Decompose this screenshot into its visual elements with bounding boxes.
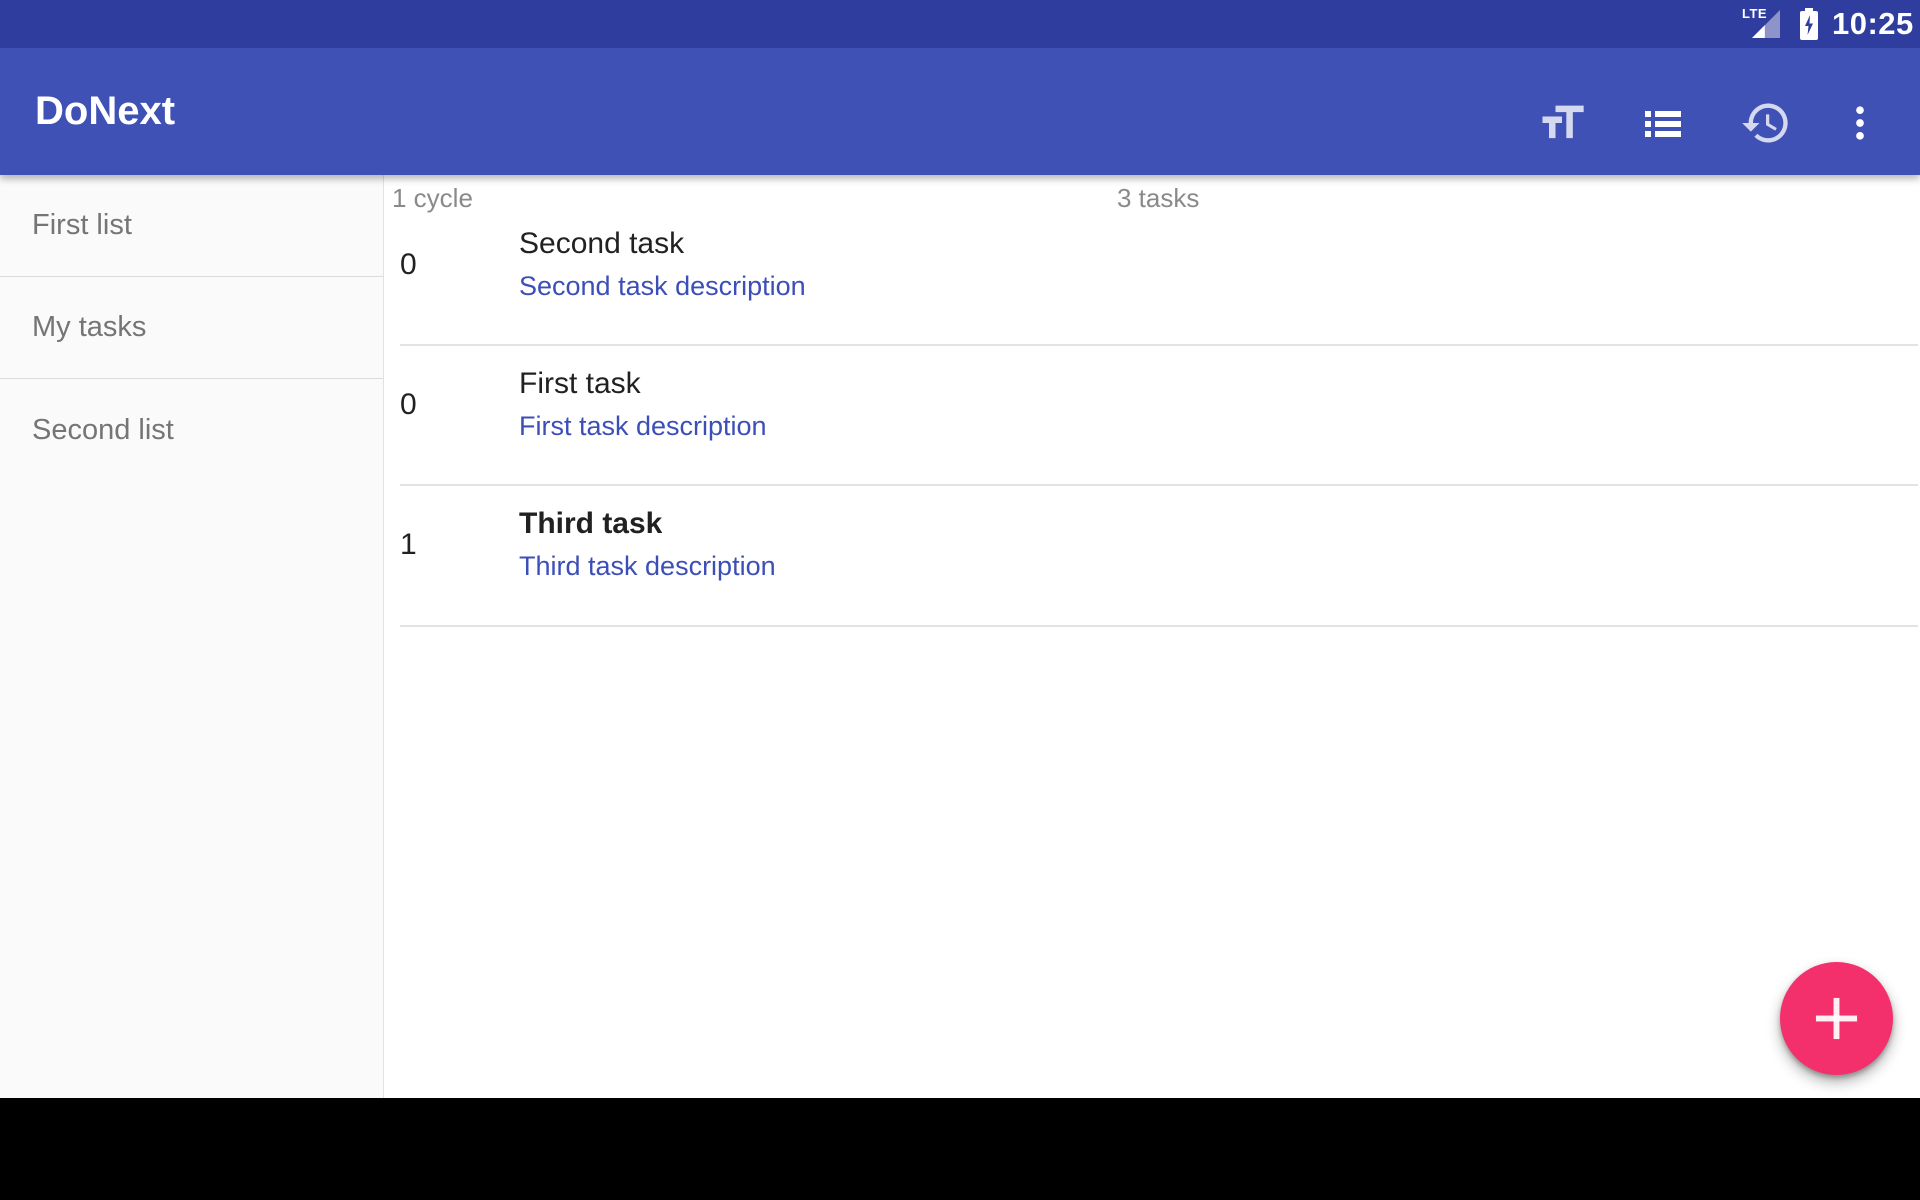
list-view-button[interactable] bbox=[1627, 87, 1699, 159]
status-bar: LTE 10:25 bbox=[0, 0, 1920, 48]
task-cycle-count: 0 bbox=[400, 248, 448, 282]
sidebar-item-label: First list bbox=[32, 209, 132, 242]
task-description-link: Third task description bbox=[519, 550, 776, 582]
overflow-menu-button[interactable] bbox=[1824, 87, 1896, 159]
task-description-link: First task description bbox=[519, 410, 767, 442]
sidebar-item-second-list[interactable]: Second list bbox=[0, 379, 383, 481]
list-icon bbox=[1639, 99, 1687, 147]
text-size-button[interactable] bbox=[1526, 87, 1598, 159]
app-bar: DoNext bbox=[0, 48, 1920, 175]
task-title: Third task bbox=[519, 507, 662, 541]
add-task-button[interactable] bbox=[1780, 962, 1893, 1075]
task-row[interactable]: 0 Second task Second task description bbox=[400, 206, 1918, 346]
android-navigation-bar bbox=[0, 1098, 1920, 1200]
task-list-panel: 1 cycle 3 tasks 0 Second task Second tas… bbox=[385, 175, 1920, 1098]
task-description-link: Second task description bbox=[519, 270, 806, 302]
battery-charging-icon bbox=[1798, 8, 1820, 40]
task-title: First task bbox=[519, 367, 641, 401]
task-title: Second task bbox=[519, 227, 684, 261]
task-row[interactable]: 0 First task First task description bbox=[400, 346, 1918, 486]
task-row[interactable]: 1 Third task Third task description bbox=[400, 486, 1918, 627]
clock: 10:25 bbox=[1832, 0, 1914, 48]
task-cycle-count: 0 bbox=[400, 388, 448, 422]
plus-icon bbox=[1813, 995, 1860, 1042]
more-options-icon bbox=[1838, 101, 1882, 145]
donext-app-screen: LTE 10:25 DoNext bbox=[0, 0, 1920, 1200]
format-size-icon bbox=[1536, 97, 1588, 149]
app-title: DoNext bbox=[35, 48, 175, 175]
task-cycle-count: 1 bbox=[400, 528, 448, 562]
sidebar-item-my-tasks[interactable]: My tasks bbox=[0, 277, 383, 379]
lists-sidebar: First list My tasks Second list bbox=[0, 175, 384, 1098]
history-button[interactable] bbox=[1730, 87, 1802, 159]
history-icon bbox=[1740, 97, 1792, 149]
sidebar-item-first-list[interactable]: First list bbox=[0, 175, 383, 277]
sidebar-item-label: My tasks bbox=[32, 311, 146, 344]
signal-strength-icon bbox=[1752, 10, 1780, 38]
sidebar-item-label: Second list bbox=[32, 414, 174, 447]
